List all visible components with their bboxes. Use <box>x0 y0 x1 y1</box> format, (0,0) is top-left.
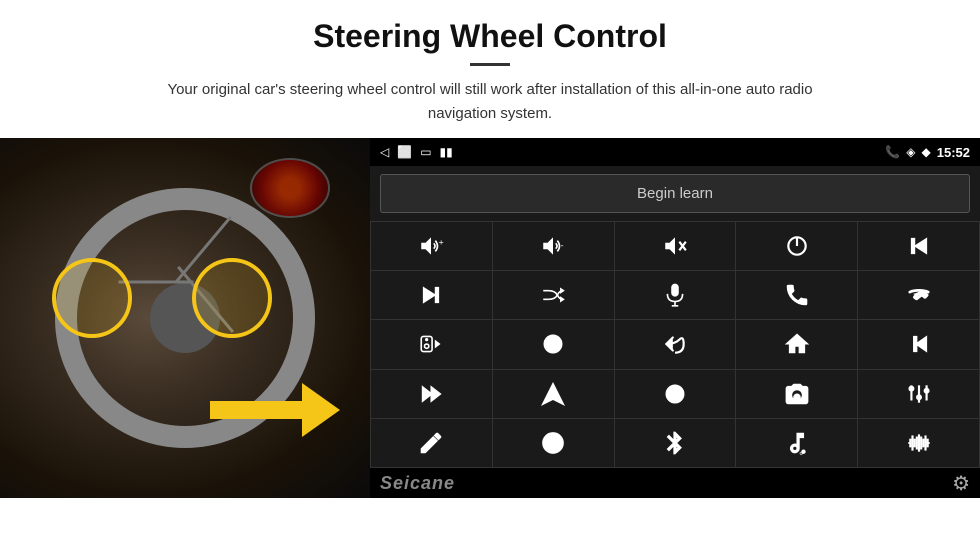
yellow-circle-left <box>52 258 132 338</box>
title-divider <box>470 63 510 66</box>
settings-gear-icon[interactable]: ⚙ <box>952 471 970 496</box>
prev-track-icon <box>906 233 932 259</box>
square-icon[interactable]: ▭ <box>420 145 431 159</box>
fast-fwd-icon <box>418 381 444 407</box>
bluetooth-button[interactable] <box>615 419 736 467</box>
eq-icon <box>662 381 688 407</box>
arrow-body <box>210 401 305 419</box>
bottom-bar: Seicane ⚙ <box>370 468 980 498</box>
vol-down-button[interactable]: - <box>493 222 614 270</box>
svg-text:⚙: ⚙ <box>799 451 803 456</box>
svg-text:360: 360 <box>549 343 558 349</box>
fast-fwd-button[interactable] <box>371 370 492 418</box>
eq-sliders-icon <box>906 381 932 407</box>
content-area: ◁ ⬜ ▭ ▮▮ 📞 ◈ ◆ 15:52 Begin learn <box>0 138 980 498</box>
control-panel: ◁ ⬜ ▭ ▮▮ 📞 ◈ ◆ 15:52 Begin learn <box>370 138 980 498</box>
waveform-icon <box>906 430 932 456</box>
home-icon <box>784 331 810 357</box>
signal-icon: ▮▮ <box>440 145 453 159</box>
mute-button[interactable] <box>615 222 736 270</box>
mute-icon <box>662 233 688 259</box>
yellow-arrow <box>210 383 340 438</box>
phone-icon <box>784 282 810 308</box>
status-left: ◁ ⬜ ▭ ▮▮ <box>380 145 453 159</box>
music-settings-icon: ⚙ <box>784 430 810 456</box>
seicane-logo: Seicane <box>380 473 455 494</box>
shuffle-icon <box>540 282 566 308</box>
begin-learn-button[interactable]: Begin learn <box>380 174 970 213</box>
vol-up-button[interactable]: + <box>371 222 492 270</box>
phone-button[interactable] <box>736 271 857 319</box>
circle-button[interactable] <box>493 419 614 467</box>
shuffle-button[interactable] <box>493 271 614 319</box>
speaker-icon <box>418 331 444 357</box>
time-display: 15:52 <box>937 145 970 160</box>
skip-back-button[interactable] <box>858 320 979 368</box>
hang-up-icon <box>906 282 932 308</box>
gauge-hint <box>250 158 330 218</box>
window-icon[interactable]: ⬜ <box>397 145 412 159</box>
phone-status-icon: 📞 <box>885 145 900 159</box>
steering-bg <box>0 138 370 498</box>
pen-button[interactable] <box>371 419 492 467</box>
svg-text:-: - <box>561 240 564 250</box>
360-view-button[interactable]: 360 <box>493 320 614 368</box>
mic-icon <box>662 282 688 308</box>
360-view-icon: 360 <box>540 331 566 357</box>
status-bar: ◁ ⬜ ▭ ▮▮ 📞 ◈ ◆ 15:52 <box>370 138 980 166</box>
home-button[interactable] <box>736 320 857 368</box>
begin-learn-row: Begin learn <box>370 166 980 221</box>
spoke-bottom <box>119 281 194 284</box>
back-icon[interactable]: ◁ <box>380 145 389 159</box>
hang-up-button[interactable] <box>858 271 979 319</box>
navigate-icon <box>540 381 566 407</box>
next-track-icon <box>418 282 444 308</box>
navigate-button[interactable] <box>493 370 614 418</box>
speaker-button[interactable] <box>371 320 492 368</box>
eq-sliders-button[interactable] <box>858 370 979 418</box>
next-track-button[interactable] <box>371 271 492 319</box>
wifi-status-icon: ◆ <box>922 145 931 159</box>
subtitle-text: Your original car's steering wheel contr… <box>140 78 840 126</box>
camera-icon <box>784 381 810 407</box>
header-section: Steering Wheel Control Your original car… <box>0 0 980 138</box>
page-wrapper: Steering Wheel Control Your original car… <box>0 0 980 498</box>
icon-grid: + - <box>370 221 980 468</box>
back-nav-button[interactable] <box>615 320 736 368</box>
steering-wheel-image <box>0 138 370 498</box>
prev-track-button[interactable] <box>858 222 979 270</box>
page-title: Steering Wheel Control <box>40 18 940 55</box>
music-settings-button[interactable]: ⚙ <box>736 419 857 467</box>
power-button[interactable] <box>736 222 857 270</box>
circle-icon <box>540 430 566 456</box>
vol-down-icon: - <box>540 233 566 259</box>
skip-back-icon <box>906 331 932 357</box>
waveform-button[interactable] <box>858 419 979 467</box>
vol-up-icon: + <box>418 233 444 259</box>
bluetooth-icon <box>662 430 688 456</box>
pen-icon <box>418 430 444 456</box>
status-right: 📞 ◈ ◆ 15:52 <box>885 145 970 160</box>
svg-text:+: + <box>439 237 444 247</box>
yellow-circle-right <box>192 258 272 338</box>
eq-button[interactable] <box>615 370 736 418</box>
arrow-head <box>302 383 340 437</box>
camera-button[interactable] <box>736 370 857 418</box>
location-status-icon: ◈ <box>906 145 915 159</box>
back-nav-icon <box>662 331 688 357</box>
power-icon <box>784 233 810 259</box>
mic-button[interactable] <box>615 271 736 319</box>
